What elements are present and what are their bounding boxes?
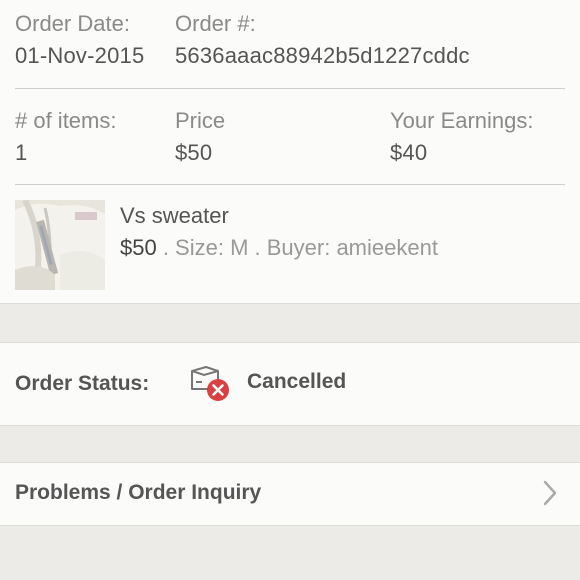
items-count-label: # of items: [15, 108, 117, 133]
sweater-photo [15, 200, 105, 290]
price-value: $50 [175, 140, 213, 165]
items-count-value: 1 [15, 140, 28, 165]
item-buyer[interactable]: . Buyer: amieekent [248, 235, 438, 260]
order-details-card: Order Date: Order #: 01-Nov-2015 5636aaa… [0, 0, 580, 304]
divider [15, 184, 565, 185]
order-inquiry-row[interactable]: Problems / Order Inquiry [0, 462, 580, 526]
item-size: . Size: M [156, 235, 249, 260]
order-inquiry-label: Problems / Order Inquiry [15, 481, 262, 504]
item-meta: $50 . Size: M . Buyer: amieekent [120, 235, 438, 261]
order-date-value: 01-Nov-2015 [15, 43, 145, 68]
earnings-value: $40 [390, 140, 428, 165]
item-price: $50 [120, 235, 157, 260]
order-number-value: 5636aaac88942b5d1227cddc [175, 43, 470, 68]
earnings-label: Your Earnings: [390, 108, 534, 133]
order-number-label: Order #: [175, 11, 256, 36]
package-cancelled-icon [188, 363, 232, 403]
divider [15, 88, 565, 89]
order-date-label: Order Date: [15, 11, 130, 36]
item-title[interactable]: Vs sweater [120, 203, 229, 229]
item-thumbnail[interactable] [15, 200, 105, 290]
chevron-right-icon [540, 479, 560, 507]
order-status-value: Cancelled [247, 370, 347, 393]
order-status-card: Order Status: Cancelled [0, 342, 580, 426]
price-label: Price [175, 108, 226, 133]
order-status-label: Order Status: [15, 372, 150, 395]
